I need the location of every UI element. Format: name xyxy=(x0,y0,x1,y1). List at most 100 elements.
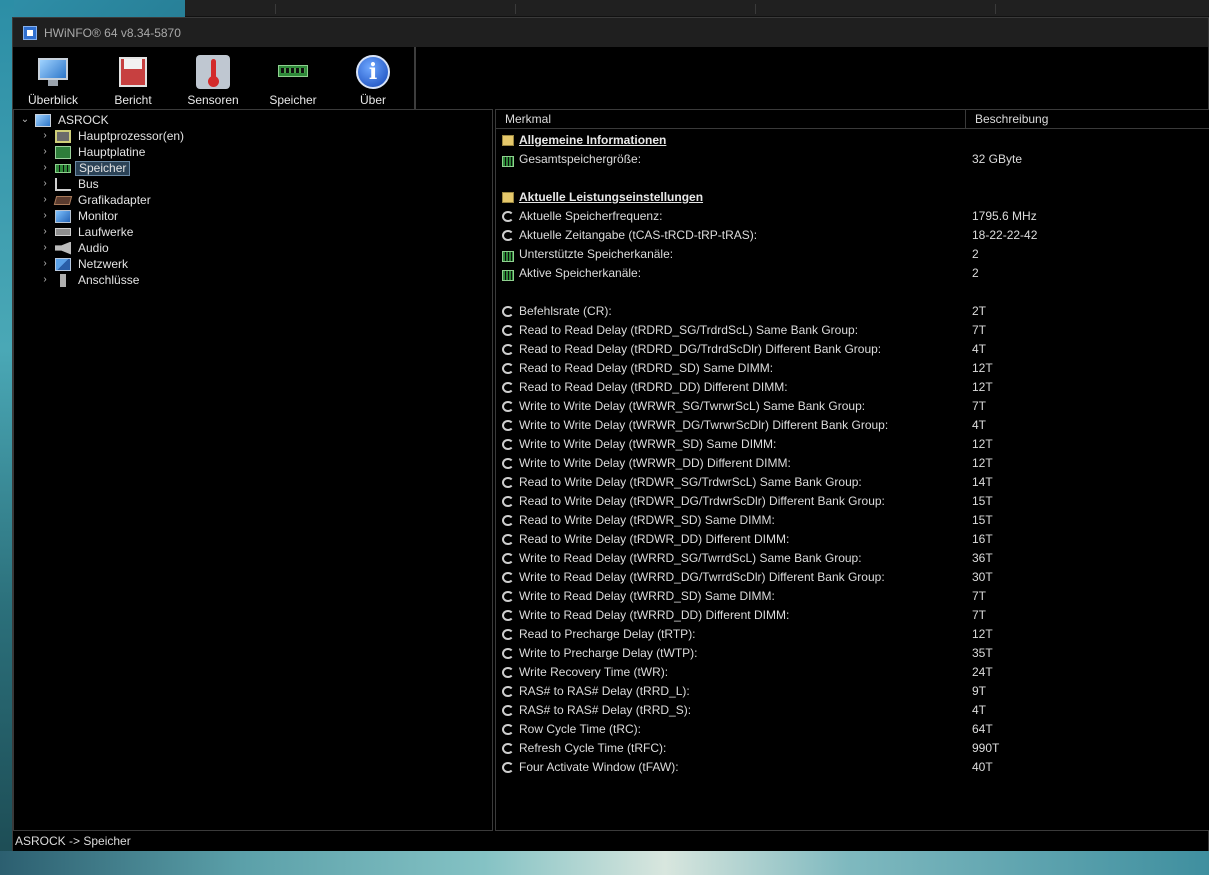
row-label: Write to Read Delay (tWRRD_DD) Different… xyxy=(519,608,790,622)
table-row[interactable]: Write Recovery Time (tWR): 24T xyxy=(502,663,1202,682)
strip-divider xyxy=(275,4,276,14)
table-row[interactable]: RAS# to RAS# Delay (tRRD_S): 4T xyxy=(502,701,1202,720)
table-row[interactable]: Read to Precharge Delay (tRTP): 12T xyxy=(502,625,1202,644)
toolbar: Überblick Bericht Sensoren Speicher i Üb… xyxy=(13,47,416,109)
tree-node-monitor[interactable]: › Monitor xyxy=(40,208,121,224)
chevron-right-icon[interactable]: › xyxy=(40,128,50,144)
row-value: 18-22-22-42 xyxy=(972,228,1038,242)
about-button[interactable]: i Über xyxy=(337,55,409,109)
bus-icon xyxy=(55,177,71,191)
chevron-right-icon[interactable]: › xyxy=(40,224,50,240)
clock-icon xyxy=(502,230,514,241)
row-label: Aktuelle Leistungseinstellungen xyxy=(519,190,704,204)
table-row[interactable]: Read to Read Delay (tRDRD_DD) Different … xyxy=(502,378,1202,397)
ram-icon xyxy=(502,251,514,262)
chevron-down-icon[interactable]: ⌄ xyxy=(20,112,30,128)
chevron-right-icon[interactable]: › xyxy=(40,208,50,224)
section-header[interactable]: Aktuelle Leistungseinstellungen xyxy=(502,188,1202,207)
report-button[interactable]: Bericht xyxy=(97,55,169,109)
table-row[interactable]: Read to Read Delay (tRDRD_SD) Same DIMM:… xyxy=(502,359,1202,378)
row-value: 14T xyxy=(972,475,993,489)
title-bar[interactable]: HWiNFO® 64 v8.34-5870 xyxy=(13,18,1208,47)
tree-node-network[interactable]: › Netzwerk xyxy=(40,256,131,272)
tree-node-motherboard[interactable]: › Hauptplatine xyxy=(40,144,148,160)
memory-button[interactable]: Speicher xyxy=(257,55,329,109)
device-tree[interactable]: ⌄ ASROCK › Hauptprozessor(en) › Hauptpla… xyxy=(13,109,493,831)
table-row[interactable]: Aktive Speicherkanäle: 2 xyxy=(502,264,1202,283)
clock-icon xyxy=(502,325,514,336)
row-value: 7T xyxy=(972,589,987,603)
table-row[interactable]: Write to Read Delay (tWRRD_SG/TwrrdScL) … xyxy=(502,549,1202,568)
overview-button[interactable]: Überblick xyxy=(17,55,89,109)
tree-node-label: Laufwerke xyxy=(78,225,134,239)
table-row[interactable]: Write to Write Delay (tWRWR_SD) Same DIM… xyxy=(502,435,1202,454)
table-row[interactable]: Read to Read Delay (tRDRD_DG/TrdrdScDlr)… xyxy=(502,340,1202,359)
tree-node-drives[interactable]: › Laufwerke xyxy=(40,224,136,240)
table-row[interactable]: Refresh Cycle Time (tRFC): 990T xyxy=(502,739,1202,758)
tree-node-cpu[interactable]: › Hauptprozessor(en) xyxy=(40,128,187,144)
sensors-button[interactable]: Sensoren xyxy=(177,55,249,109)
table-row[interactable]: Read to Write Delay (tRDWR_SD) Same DIMM… xyxy=(502,511,1202,530)
tree-node-label: ASROCK xyxy=(58,113,109,127)
tree-node-memory[interactable]: › Speicher xyxy=(40,160,131,176)
tree-node-root[interactable]: ⌄ ASROCK xyxy=(20,112,112,128)
tree-node-label: Grafikadapter xyxy=(78,193,151,207)
row-label: Read to Read Delay (tRDRD_SD) Same DIMM: xyxy=(519,361,774,375)
table-row[interactable]: Write to Precharge Delay (tWTP): 35T xyxy=(502,644,1202,663)
row-value: 4T xyxy=(972,418,987,432)
background-window-strip xyxy=(185,0,1209,17)
tree-node-audio[interactable]: › Audio xyxy=(40,240,112,256)
status-path: ASROCK -> Speicher xyxy=(15,834,131,848)
tree-node-ports[interactable]: › Anschlüsse xyxy=(40,272,142,288)
table-row[interactable]: Write to Write Delay (tWRWR_SG/TwrwrScL)… xyxy=(502,397,1202,416)
table-row[interactable]: Write to Read Delay (tWRRD_SD) Same DIMM… xyxy=(502,587,1202,606)
detail-pane[interactable]: Merkmal Beschreibung Allgemeine Informat… xyxy=(495,109,1209,831)
chevron-right-icon[interactable]: › xyxy=(40,144,50,160)
table-row[interactable]: Read to Read Delay (tRDRD_SG/TrdrdScL) S… xyxy=(502,321,1202,340)
row-value: 9T xyxy=(972,684,987,698)
ram-icon xyxy=(502,270,514,281)
strip-divider xyxy=(515,4,516,14)
ram-icon xyxy=(55,163,71,173)
row-label: Write to Read Delay (tWRRD_SD) Same DIMM… xyxy=(519,589,775,603)
section-header[interactable]: Allgemeine Informationen xyxy=(502,131,1202,150)
chevron-right-icon[interactable]: › xyxy=(40,240,50,256)
table-row[interactable]: Read to Write Delay (tRDWR_SG/TrdwrScL) … xyxy=(502,473,1202,492)
row-value: 15T xyxy=(972,513,993,527)
row-value: 990T xyxy=(972,741,1000,755)
table-row[interactable]: Write to Read Delay (tWRRD_DD) Different… xyxy=(502,606,1202,625)
table-row[interactable]: Gesamtspeichergröße: 32 GByte xyxy=(502,150,1202,169)
clock-icon xyxy=(502,420,514,431)
table-row[interactable]: Write to Read Delay (tWRRD_DG/TwrrdScDlr… xyxy=(502,568,1202,587)
table-row[interactable]: Row Cycle Time (tRC): 64T xyxy=(502,720,1202,739)
chevron-right-icon[interactable]: › xyxy=(40,192,50,208)
info-icon: i xyxy=(356,55,390,89)
tree-node-bus[interactable]: › Bus xyxy=(40,176,102,192)
table-row[interactable]: Befehlsrate (CR): 2T xyxy=(502,302,1202,321)
clock-icon xyxy=(502,439,514,450)
table-row[interactable]: Aktuelle Speicherfrequenz: 1795.6 MHz xyxy=(502,207,1202,226)
clock-icon xyxy=(502,648,514,659)
row-value: 12T xyxy=(972,627,993,641)
chevron-right-icon[interactable]: › xyxy=(40,272,50,288)
chevron-right-icon[interactable]: › xyxy=(40,256,50,272)
sensors-button-label: Sensoren xyxy=(187,93,239,107)
tree-node-graphics[interactable]: › Grafikadapter xyxy=(40,192,154,208)
row-label: Write to Precharge Delay (tWTP): xyxy=(519,646,698,660)
chevron-right-icon[interactable]: › xyxy=(40,176,50,192)
table-row[interactable]: Write to Write Delay (tWRWR_DD) Differen… xyxy=(502,454,1202,473)
table-row[interactable]: Aktuelle Zeitangabe (tCAS-tRCD-tRP-tRAS)… xyxy=(502,226,1202,245)
table-row[interactable]: RAS# to RAS# Delay (tRRD_L): 9T xyxy=(502,682,1202,701)
table-row[interactable]: Write to Write Delay (tWRWR_DG/TwrwrScDl… xyxy=(502,416,1202,435)
chevron-right-icon[interactable]: › xyxy=(40,160,50,176)
clock-icon xyxy=(502,553,514,564)
table-row[interactable]: Unterstützte Speicherkanäle: 2 xyxy=(502,245,1202,264)
column-header-description[interactable]: Beschreibung xyxy=(965,110,1048,128)
table-row[interactable]: Four Activate Window (tFAW): 40T xyxy=(502,758,1202,777)
table-row[interactable]: Read to Write Delay (tRDWR_DG/TrdwrScDlr… xyxy=(502,492,1202,511)
port-icon xyxy=(60,273,66,287)
row-label: Write to Read Delay (tWRRD_SG/TwrrdScL) … xyxy=(519,551,862,565)
column-header-feature[interactable]: Merkmal xyxy=(505,112,551,126)
row-label: Write to Read Delay (tWRRD_DG/TwrrdScDlr… xyxy=(519,570,885,584)
table-row[interactable]: Read to Write Delay (tRDWR_DD) Different… xyxy=(502,530,1202,549)
